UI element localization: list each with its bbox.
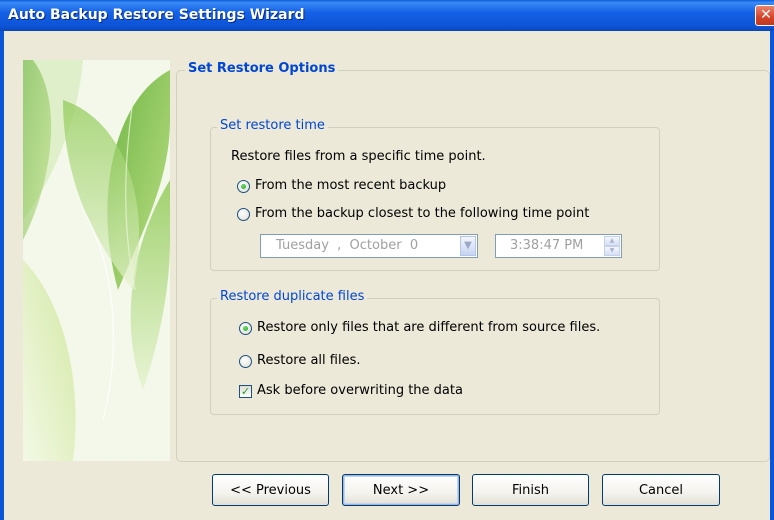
next-button[interactable]: Next >> bbox=[342, 474, 460, 506]
radio-closest-backup-label[interactable]: From the backup closest to the following… bbox=[255, 206, 589, 221]
spin-arrows-icon[interactable]: ▲ ▼ bbox=[604, 236, 620, 256]
radio-most-recent-backup[interactable] bbox=[237, 180, 250, 193]
close-button[interactable]: ✕ bbox=[755, 5, 774, 26]
window-frame-left bbox=[0, 31, 4, 520]
window-title: Auto Backup Restore Settings Wizard bbox=[8, 7, 305, 23]
wizard-side-image bbox=[23, 60, 170, 461]
spin-down-icon[interactable]: ▼ bbox=[604, 246, 620, 256]
restore-time-legend: Set restore time bbox=[217, 118, 328, 133]
radio-all-files[interactable] bbox=[239, 355, 252, 368]
finish-button[interactable]: Finish bbox=[472, 474, 589, 506]
date-picker-value: Tuesday , October 0 bbox=[276, 238, 419, 253]
leaf-illustration bbox=[23, 60, 170, 461]
time-picker-value: 3:38:47 PM bbox=[510, 238, 584, 253]
chevron-down-icon[interactable]: ▼ bbox=[460, 236, 476, 256]
restore-time-description: Restore files from a specific time point… bbox=[231, 149, 486, 164]
check-icon: ✓ bbox=[240, 385, 251, 398]
radio-most-recent-backup-label[interactable]: From the most recent backup bbox=[255, 178, 446, 193]
duplicate-files-legend: Restore duplicate files bbox=[217, 289, 368, 304]
title-bar[interactable]: Auto Backup Restore Settings Wizard ✕ bbox=[0, 0, 774, 31]
wizard-window: Auto Backup Restore Settings Wizard ✕ Se… bbox=[0, 0, 774, 520]
close-icon: ✕ bbox=[760, 7, 772, 23]
section-title: Set Restore Options bbox=[185, 61, 339, 76]
previous-button[interactable]: << Previous bbox=[212, 474, 329, 506]
radio-different-files-only[interactable] bbox=[239, 322, 252, 335]
ask-before-overwrite-checkbox[interactable]: ✓ bbox=[239, 385, 252, 398]
spin-up-icon[interactable]: ▲ bbox=[604, 236, 620, 246]
radio-different-files-only-label[interactable]: Restore only files that are different fr… bbox=[257, 320, 600, 335]
cancel-button[interactable]: Cancel bbox=[602, 474, 720, 506]
radio-closest-backup[interactable] bbox=[237, 208, 250, 221]
window-frame-right bbox=[770, 31, 774, 520]
time-picker[interactable]: 3:38:47 PM ▲ ▼ bbox=[495, 234, 622, 258]
ask-before-overwrite-label[interactable]: Ask before overwriting the data bbox=[257, 383, 463, 398]
radio-all-files-label[interactable]: Restore all files. bbox=[257, 353, 361, 368]
date-picker[interactable]: Tuesday , October 0 ▼ bbox=[260, 234, 478, 258]
